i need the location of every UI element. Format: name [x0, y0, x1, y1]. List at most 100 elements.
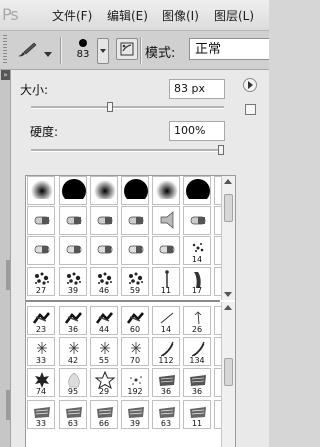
brush-preset-cell[interactable] — [152, 206, 180, 235]
brush-size-label: 17 — [191, 286, 203, 295]
brush-tip-icon — [128, 245, 144, 254]
scroll-thumb[interactable] — [224, 358, 233, 386]
brush-preset-cell[interactable]: 42 — [59, 337, 87, 366]
brush-preset-cell[interactable] — [90, 236, 118, 265]
brush-preset-cell[interactable]: 74 — [27, 368, 55, 397]
options-grip[interactable] — [3, 35, 7, 65]
brush-preset-cell[interactable]: 36 — [59, 306, 87, 335]
dock-tab[interactable] — [6, 390, 10, 420]
brush-preset-cell[interactable]: 39 — [59, 267, 87, 296]
brush-tip-icon — [34, 216, 50, 225]
dock-tab[interactable] — [6, 260, 10, 290]
brush-picker-dropdown[interactable] — [97, 38, 109, 64]
brush-preset-cell[interactable]: 66 — [90, 400, 118, 429]
brush-size-label: 14 — [191, 255, 203, 264]
brush-preset-cell[interactable]: 36 — [152, 368, 180, 397]
brush-preset-cell[interactable]: 46 — [90, 267, 118, 296]
brush-tool-icon[interactable] — [16, 41, 38, 59]
brush-tip-icon — [159, 245, 175, 254]
brush-size-label: 63 — [67, 419, 79, 428]
brush-preset-cell[interactable]: 134 — [183, 337, 211, 366]
brush-preset-cell[interactable]: 59 — [121, 267, 149, 296]
brush-preset-cell[interactable] — [27, 236, 55, 265]
brush-preset-cell[interactable] — [27, 206, 55, 235]
hardness-slider[interactable] — [31, 145, 224, 155]
brush-preset-cell[interactable]: 33 — [27, 337, 55, 366]
menu-image[interactable]: 图像(I) — [162, 7, 199, 24]
brush-preset-cell[interactable]: 44 — [90, 306, 118, 335]
brush-tip-icon — [66, 245, 82, 254]
mode-select[interactable]: 正常 — [189, 38, 269, 60]
scroll-up-icon[interactable] — [224, 305, 232, 310]
brush-size-readout: 83 — [76, 49, 90, 60]
brush-preset-cell[interactable]: 33 — [27, 400, 55, 429]
brush-size-label: 11 — [160, 286, 172, 295]
hardness-slider-thumb[interactable] — [218, 145, 224, 155]
preset-scrollbar-lower[interactable] — [221, 302, 235, 447]
size-slider[interactable] — [31, 102, 224, 112]
toggle-brush-panel-button[interactable] — [116, 38, 138, 60]
brush-preset-cell[interactable] — [121, 236, 149, 265]
brush-preset-cell[interactable] — [59, 176, 87, 205]
brush-size-label: 36 — [160, 387, 172, 396]
brush-preset-cell[interactable]: 17 — [183, 267, 211, 296]
scroll-up-icon[interactable] — [224, 179, 232, 184]
brush-preset-cell[interactable]: 63 — [59, 400, 87, 429]
brush-preset-cell[interactable] — [90, 176, 118, 205]
preset-scrollbar-upper[interactable] — [221, 176, 235, 300]
options-separator — [140, 37, 141, 64]
menu-file[interactable]: 文件(F) — [52, 7, 92, 24]
menu-edit[interactable]: 编辑(E) — [107, 7, 148, 24]
panel-menu-icon[interactable] — [243, 78, 257, 92]
brush-preset-cell[interactable]: 29 — [90, 368, 118, 397]
brush-preset-preview[interactable]: 83 — [70, 36, 96, 66]
brush-preset-cell[interactable] — [27, 176, 55, 205]
menu-layer[interactable]: 图层(L) — [214, 7, 254, 24]
brush-preset-cell[interactable]: 60 — [121, 306, 149, 335]
brush-preset-cell[interactable] — [183, 176, 211, 205]
size-input[interactable]: 83 px — [169, 79, 225, 99]
brush-preset-cell[interactable] — [59, 206, 87, 235]
tool-preset-arrow-icon[interactable] — [44, 47, 52, 60]
brush-preset-cell[interactable]: 11 — [152, 267, 180, 296]
hardness-input[interactable]: 100% — [169, 121, 225, 141]
brush-preset-cell[interactable]: 55 — [90, 337, 118, 366]
scroll-thumb[interactable] — [224, 194, 233, 222]
brush-preset-cell[interactable]: 14 — [152, 306, 180, 335]
brush-size-label: 27 — [35, 286, 47, 295]
brush-preset-cell[interactable]: 112 — [152, 337, 180, 366]
brush-preset-cell[interactable] — [121, 206, 149, 235]
brush-preset-cell[interactable]: 95 — [59, 368, 87, 397]
brush-tip-icon — [34, 245, 50, 254]
brush-preset-cell[interactable] — [152, 236, 180, 265]
brush-tip-icon — [62, 179, 86, 199]
brush-preset-cell[interactable] — [121, 176, 149, 205]
brush-preset-cell[interactable]: 36 — [183, 368, 211, 397]
brush-preset-cell[interactable]: 70 — [121, 337, 149, 366]
brush-preset-cell[interactable] — [59, 236, 87, 265]
options-separator — [60, 37, 61, 64]
brush-preset-cell[interactable]: 26 — [183, 306, 211, 335]
collapse-panels-icon[interactable]: » — [1, 70, 10, 80]
brush-preset-cell[interactable]: 192 — [121, 368, 149, 397]
scroll-down-icon[interactable] — [224, 292, 232, 297]
new-preset-icon[interactable] — [245, 104, 256, 115]
brush-preset-cell[interactable]: 39 — [121, 400, 149, 429]
brush-preset-cell[interactable]: 14 — [183, 236, 211, 265]
brush-preset-cell[interactable]: 11 — [183, 400, 211, 429]
size-label: 大小: — [20, 83, 49, 97]
brush-tip-dot — [79, 39, 87, 47]
brush-preset-cell[interactable]: 27 — [27, 267, 55, 296]
ps-logo: Ps — [2, 5, 19, 24]
brush-preset-cell[interactable] — [183, 206, 211, 235]
size-slider-thumb[interactable] — [107, 102, 114, 112]
brush-size-label: 60 — [129, 325, 141, 334]
brush-preset-cell[interactable]: 23 — [27, 306, 55, 335]
brush-preset-cell[interactable] — [90, 206, 118, 235]
brush-size-label: 14 — [160, 325, 172, 334]
hardness-label: 硬度: — [30, 125, 59, 139]
brush-preset-cell[interactable]: 63 — [152, 400, 180, 429]
brush-size-label: 39 — [67, 286, 79, 295]
brush-size-label: 33 — [35, 356, 47, 365]
brush-preset-cell[interactable] — [152, 176, 180, 205]
